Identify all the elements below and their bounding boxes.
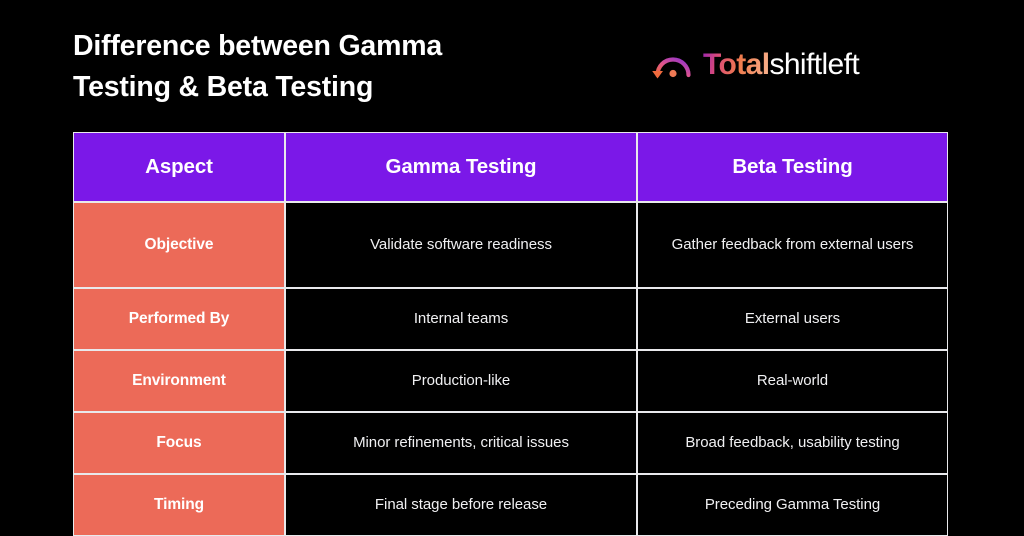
cell-beta-objective: Gather feedback from external users — [637, 202, 948, 288]
table-header-row: Aspect Gamma Testing Beta Testing — [73, 132, 948, 202]
shift-left-arc-arrow-icon — [652, 57, 691, 79]
cell-gamma-objective: Validate software readiness — [285, 202, 637, 288]
brand-logo: Totalshiftleft — [650, 44, 860, 88]
brand-logo-text: Totalshiftleft — [703, 48, 860, 81]
aspect-label-timing: Timing — [73, 474, 285, 536]
aspect-label-focus: Focus — [73, 412, 285, 474]
table-header-aspect: Aspect — [73, 132, 285, 202]
page-title: Difference between Gamma Testing & Beta … — [73, 26, 593, 108]
brand-logo-shiftleft: shiftleft — [769, 48, 860, 81]
aspect-label-environment: Environment — [73, 350, 285, 412]
infographic-page: Difference between Gamma Testing & Beta … — [0, 0, 1024, 536]
table-row: Objective Validate software readiness Ga… — [73, 202, 948, 288]
table-row: Performed By Internal teams External use… — [73, 288, 948, 350]
page-title-line-2: Testing & Beta Testing — [73, 71, 374, 103]
cell-beta-timing: Preceding Gamma Testing — [637, 474, 948, 536]
table-header-gamma-testing: Gamma Testing — [285, 132, 637, 202]
comparison-table: Aspect Gamma Testing Beta Testing Object… — [73, 132, 948, 536]
table-row: Focus Minor refinements, critical issues… — [73, 412, 948, 474]
aspect-label-performed-by: Performed By — [73, 288, 285, 350]
cell-gamma-environment: Production-like — [285, 350, 637, 412]
aspect-label-objective: Objective — [73, 202, 285, 288]
table-row: Timing Final stage before release Preced… — [73, 474, 948, 536]
cell-gamma-timing: Final stage before release — [285, 474, 637, 536]
brand-logo-total: Total — [703, 48, 770, 81]
cell-gamma-performed-by: Internal teams — [285, 288, 637, 350]
page-title-line-1: Difference between Gamma — [73, 30, 442, 62]
cell-beta-focus: Broad feedback, usability testing — [637, 412, 948, 474]
table-header-beta-testing: Beta Testing — [637, 132, 948, 202]
cell-beta-environment: Real-world — [637, 350, 948, 412]
cell-beta-performed-by: External users — [637, 288, 948, 350]
header-area: Difference between Gamma Testing & Beta … — [0, 0, 1024, 125]
cell-gamma-focus: Minor refinements, critical issues — [285, 412, 637, 474]
table-row: Environment Production-like Real-world — [73, 350, 948, 412]
